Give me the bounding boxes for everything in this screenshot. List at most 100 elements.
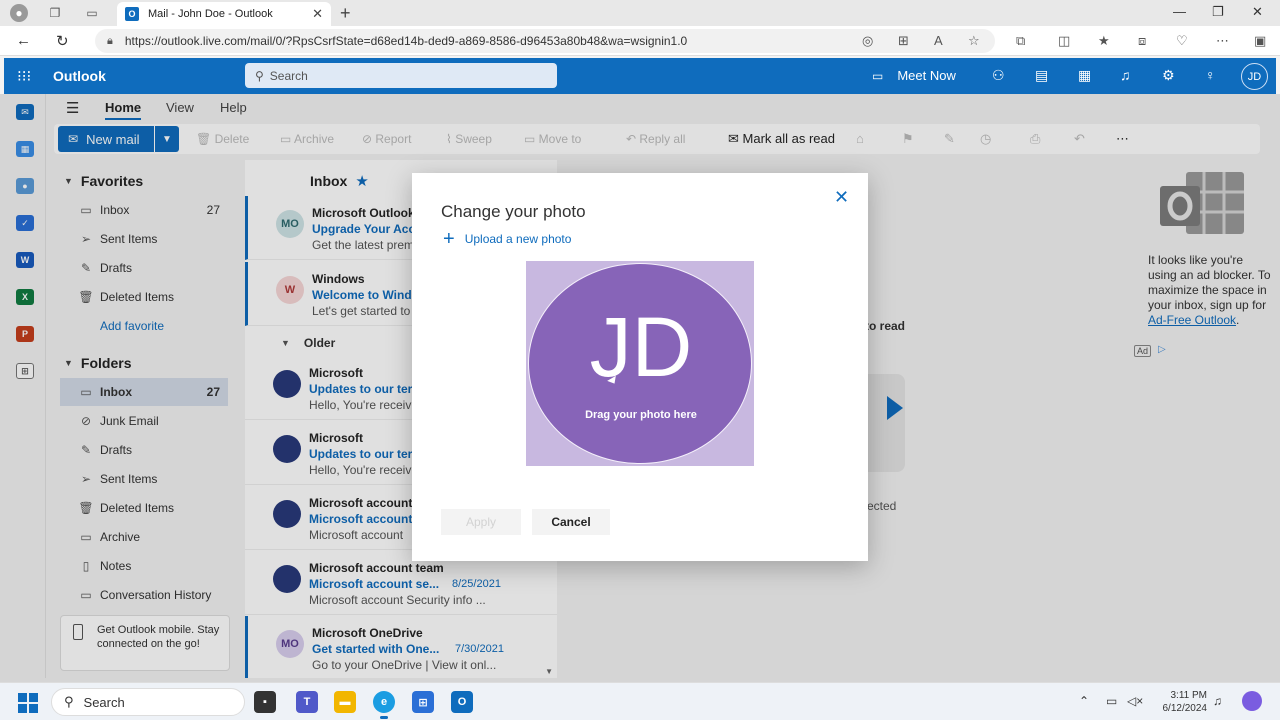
workspaces-icon[interactable]: ❐: [46, 4, 64, 22]
edge-browser-icon[interactable]: e: [373, 691, 395, 719]
pin-icon[interactable]: ✎: [944, 131, 955, 147]
calendar-app-icon[interactable]: ▦: [16, 141, 34, 157]
folder-item-drafts[interactable]: ✎ Drafts: [60, 436, 228, 464]
app-launcher-icon[interactable]: ⁝⁝⁝: [17, 67, 31, 85]
report-button[interactable]: ⊘ Report: [362, 132, 411, 146]
volume-icon[interactable]: ◁×: [1127, 694, 1143, 708]
photo-drop-zone[interactable]: JD Drag your photo here: [526, 261, 754, 466]
upload-photo-button[interactable]: + Upload a new photo: [443, 229, 571, 249]
folder-item-sent[interactable]: ➢ Sent Items: [60, 465, 228, 493]
favorite-item-deleted[interactable]: 🗑︎ Deleted Items: [60, 283, 228, 311]
avatar[interactable]: JD: [1241, 63, 1268, 90]
folder-item-inbox[interactable]: ▭ Inbox 27: [60, 378, 228, 406]
chevron-up-icon[interactable]: ⌃: [1079, 694, 1089, 708]
network-icon[interactable]: ▭: [1106, 694, 1117, 708]
tab-view[interactable]: View: [166, 100, 194, 115]
archive-button[interactable]: ▭ Archive: [280, 132, 334, 146]
tab-actions-icon[interactable]: ▭: [83, 4, 101, 22]
favorite-star-icon[interactable]: ★: [355, 172, 368, 190]
split-screen-icon[interactable]: ◫: [1058, 33, 1070, 49]
folder-item-junk[interactable]: ⊘ Junk Email: [60, 407, 228, 435]
search-input[interactable]: ⚲ Search: [245, 63, 557, 88]
teams-app-icon[interactable]: T: [296, 691, 318, 713]
print-icon[interactable]: ⎙: [1030, 131, 1040, 147]
favorite-star-icon[interactable]: ☆: [968, 33, 980, 49]
mobile-promo[interactable]: Get Outlook mobile. Stay connected on th…: [60, 615, 230, 671]
excel-app-icon[interactable]: X: [16, 289, 34, 305]
teams-icon[interactable]: ⚇: [992, 67, 1005, 84]
move-to-button[interactable]: ▭ Move to: [524, 132, 581, 146]
tag-icon[interactable]: ⌂: [856, 131, 864, 146]
more-apps-icon[interactable]: ⊞: [16, 363, 34, 379]
meet-now-button[interactable]: ▭ Meet Now: [872, 68, 956, 83]
windows-start-icon[interactable]: [18, 693, 38, 713]
mail-app-icon[interactable]: ✉: [16, 104, 34, 120]
profile-icon[interactable]: ●: [10, 4, 28, 22]
lightbulb-icon[interactable]: ♀: [1205, 67, 1216, 83]
taskbar-search-input[interactable]: ⚲ Search: [51, 688, 245, 716]
powerpoint-app-icon[interactable]: P: [16, 326, 34, 342]
people-app-icon[interactable]: ●: [16, 178, 34, 194]
extensions-icon[interactable]: ⧉: [1016, 33, 1025, 49]
apply-button[interactable]: Apply: [441, 509, 521, 535]
folder-item-deleted[interactable]: 🗑︎ Deleted Items: [60, 494, 228, 522]
reply-all-button[interactable]: ↶ Reply all: [626, 132, 685, 146]
outlook-app-icon[interactable]: O: [451, 691, 473, 713]
browser-essentials-icon[interactable]: ♡: [1176, 33, 1188, 49]
close-window-icon[interactable]: ✕: [1252, 4, 1263, 20]
gear-icon[interactable]: ⚙: [1162, 67, 1175, 84]
notification-bell-icon[interactable]: ♫: [1213, 694, 1222, 708]
cancel-button[interactable]: Cancel: [532, 509, 610, 535]
undo-icon[interactable]: ↶: [1074, 131, 1085, 147]
folder-item-notes[interactable]: ▯ Notes: [60, 552, 228, 580]
folder-item-conversation-history[interactable]: ▭ Conversation History: [60, 581, 228, 609]
older-group-header[interactable]: ▼ Older: [281, 336, 335, 350]
close-tab-icon[interactable]: ✕: [312, 6, 323, 22]
url-field[interactable]: 🔒︎ https://outlook.live.com/mail/0/?RpsC…: [95, 29, 995, 53]
brand-title[interactable]: Outlook: [53, 68, 106, 84]
read-aloud-icon[interactable]: A: [934, 33, 943, 48]
favorites-icon[interactable]: ★: [1098, 33, 1110, 49]
tracking-icon[interactable]: ◎: [862, 33, 873, 49]
copilot-icon[interactable]: [1242, 691, 1262, 711]
minimize-icon[interactable]: —: [1173, 4, 1186, 19]
favorite-item-inbox[interactable]: ▭ Inbox 27: [60, 196, 228, 224]
delete-button[interactable]: 🗑︎ Delete: [196, 132, 249, 146]
maximize-icon[interactable]: ❐: [1212, 4, 1224, 20]
browser-tab[interactable]: O Mail - John Doe - Outlook ✕: [117, 2, 331, 26]
ad-free-link[interactable]: Ad-Free Outlook: [1148, 313, 1236, 327]
folders-header[interactable]: ▼ Folders: [64, 355, 132, 371]
refresh-icon[interactable]: ↻: [56, 32, 69, 50]
word-app-icon[interactable]: W: [16, 252, 34, 268]
close-icon[interactable]: ✕: [834, 187, 849, 208]
app-available-icon[interactable]: ⊞: [898, 33, 909, 49]
new-tab-icon[interactable]: +: [340, 3, 351, 24]
message-row[interactable]: MO Microsoft OneDrive Get started with One…: [245, 616, 557, 678]
folder-item-archive[interactable]: ▭ Archive: [60, 523, 228, 551]
sidebar-toggle-icon[interactable]: ▣: [1254, 33, 1266, 49]
system-clock[interactable]: 3:11 PM 6/12/2024: [1157, 689, 1208, 715]
scroll-down-icon[interactable]: ▼: [545, 667, 553, 676]
hamburger-menu-icon[interactable]: ☰: [66, 99, 79, 117]
favorite-item-sent[interactable]: ➢ Sent Items: [60, 225, 228, 253]
flag-icon[interactable]: ⚑: [902, 131, 914, 147]
add-favorite-link[interactable]: Add favorite: [100, 319, 164, 333]
sweep-button[interactable]: ⌇ Sweep: [446, 132, 492, 146]
favorites-header[interactable]: ▼ Favorites: [64, 173, 143, 189]
new-mail-button[interactable]: ✉ New mail: [58, 126, 154, 152]
office-icon[interactable]: ▤: [1035, 67, 1048, 84]
new-mail-dropdown[interactable]: ▼: [155, 126, 179, 152]
more-options-icon[interactable]: ⋯: [1216, 33, 1229, 49]
bell-icon[interactable]: ♫: [1120, 67, 1131, 83]
ad-choices-icon[interactable]: ▷: [1158, 344, 1166, 355]
collections-icon[interactable]: ⧈: [1138, 33, 1146, 49]
my-day-icon[interactable]: ▦: [1078, 67, 1091, 84]
tab-home[interactable]: Home: [105, 100, 142, 120]
favorite-item-drafts[interactable]: ✎ Drafts: [60, 254, 228, 282]
file-explorer-icon[interactable]: ▬: [334, 691, 356, 713]
more-actions-icon[interactable]: ⋯: [1116, 131, 1129, 147]
todo-app-icon[interactable]: ✓: [16, 215, 34, 231]
mark-all-read-button[interactable]: ✉ Mark all as read: [728, 131, 835, 147]
back-icon[interactable]: ←: [16, 32, 31, 49]
tab-help[interactable]: Help: [220, 100, 247, 115]
